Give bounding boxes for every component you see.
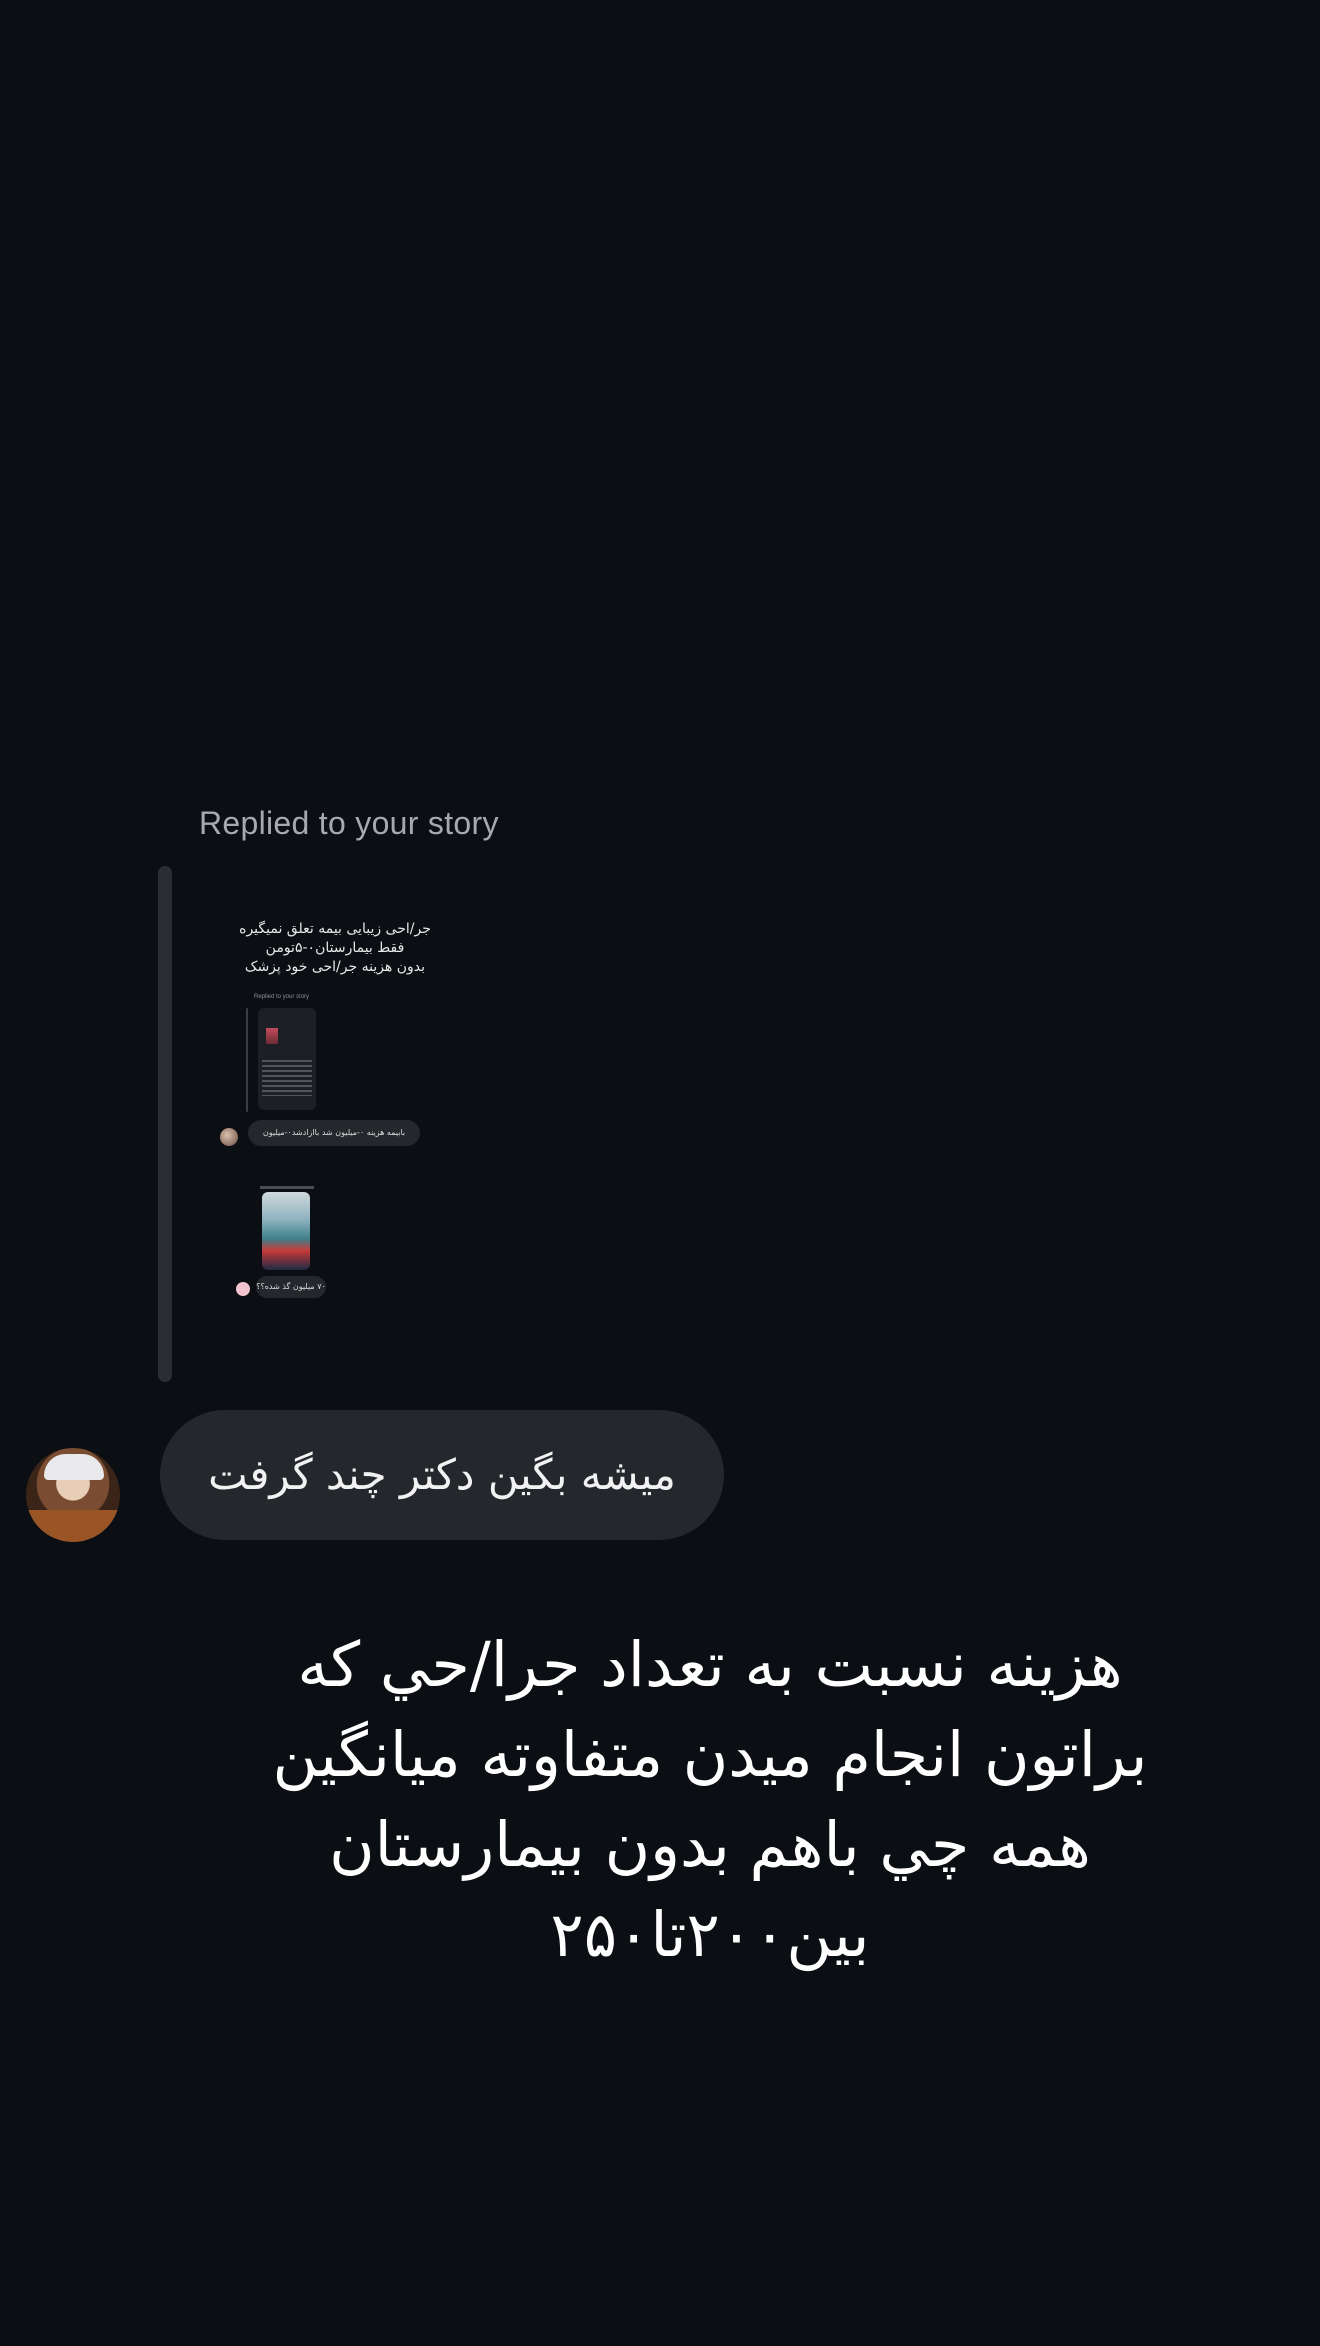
story-mini-bubble-2: ۷۰ میلیون گذ شده؟؟ (256, 1276, 326, 1298)
story-mini-bubble: بابیمه هزینه ۰-میلیون شد باازادشد۰-میلیو… (248, 1120, 420, 1146)
story-mini-reply-label: Replied to your story (254, 994, 310, 1000)
story-preview-text: جر/احی زیبایی بیمه تعلق نمیگیره فقط بیما… (239, 921, 431, 975)
sender-avatar[interactable] (26, 1448, 120, 1542)
story-mini-screenshot (258, 1008, 316, 1110)
story-mini-reply-label-2 (260, 1186, 314, 1189)
story-mini-photo (262, 1192, 310, 1270)
story-mini-text-lines (262, 1060, 312, 1096)
story-mini-image (266, 1028, 278, 1044)
replied-to-story-label: Replied to your story (199, 805, 499, 841)
avatar-cap (44, 1454, 104, 1480)
story-preview[interactable]: جر/احی زیبایی بیمه تعلق نمیگیره فقط بیما… (200, 866, 470, 1326)
story-mini-avatar (220, 1128, 238, 1146)
message-bubble[interactable]: میشه بگین دکتر چند گرفت (160, 1410, 724, 1540)
reply-quote-bar (158, 866, 172, 1382)
message-text: میشه بگین دکتر چند گرفت (208, 1450, 676, 1499)
story-mini-quote-bar (246, 1008, 248, 1112)
chat-screen: Replied to your story جر/احی زیبایی بیمه… (0, 0, 1320, 2346)
overlay-caption: هزینه نسبت به تعداد جرا/حي كه براتون انج… (272, 1628, 1148, 1971)
avatar-jacket (26, 1510, 120, 1542)
story-mini-avatar-2 (236, 1282, 250, 1296)
